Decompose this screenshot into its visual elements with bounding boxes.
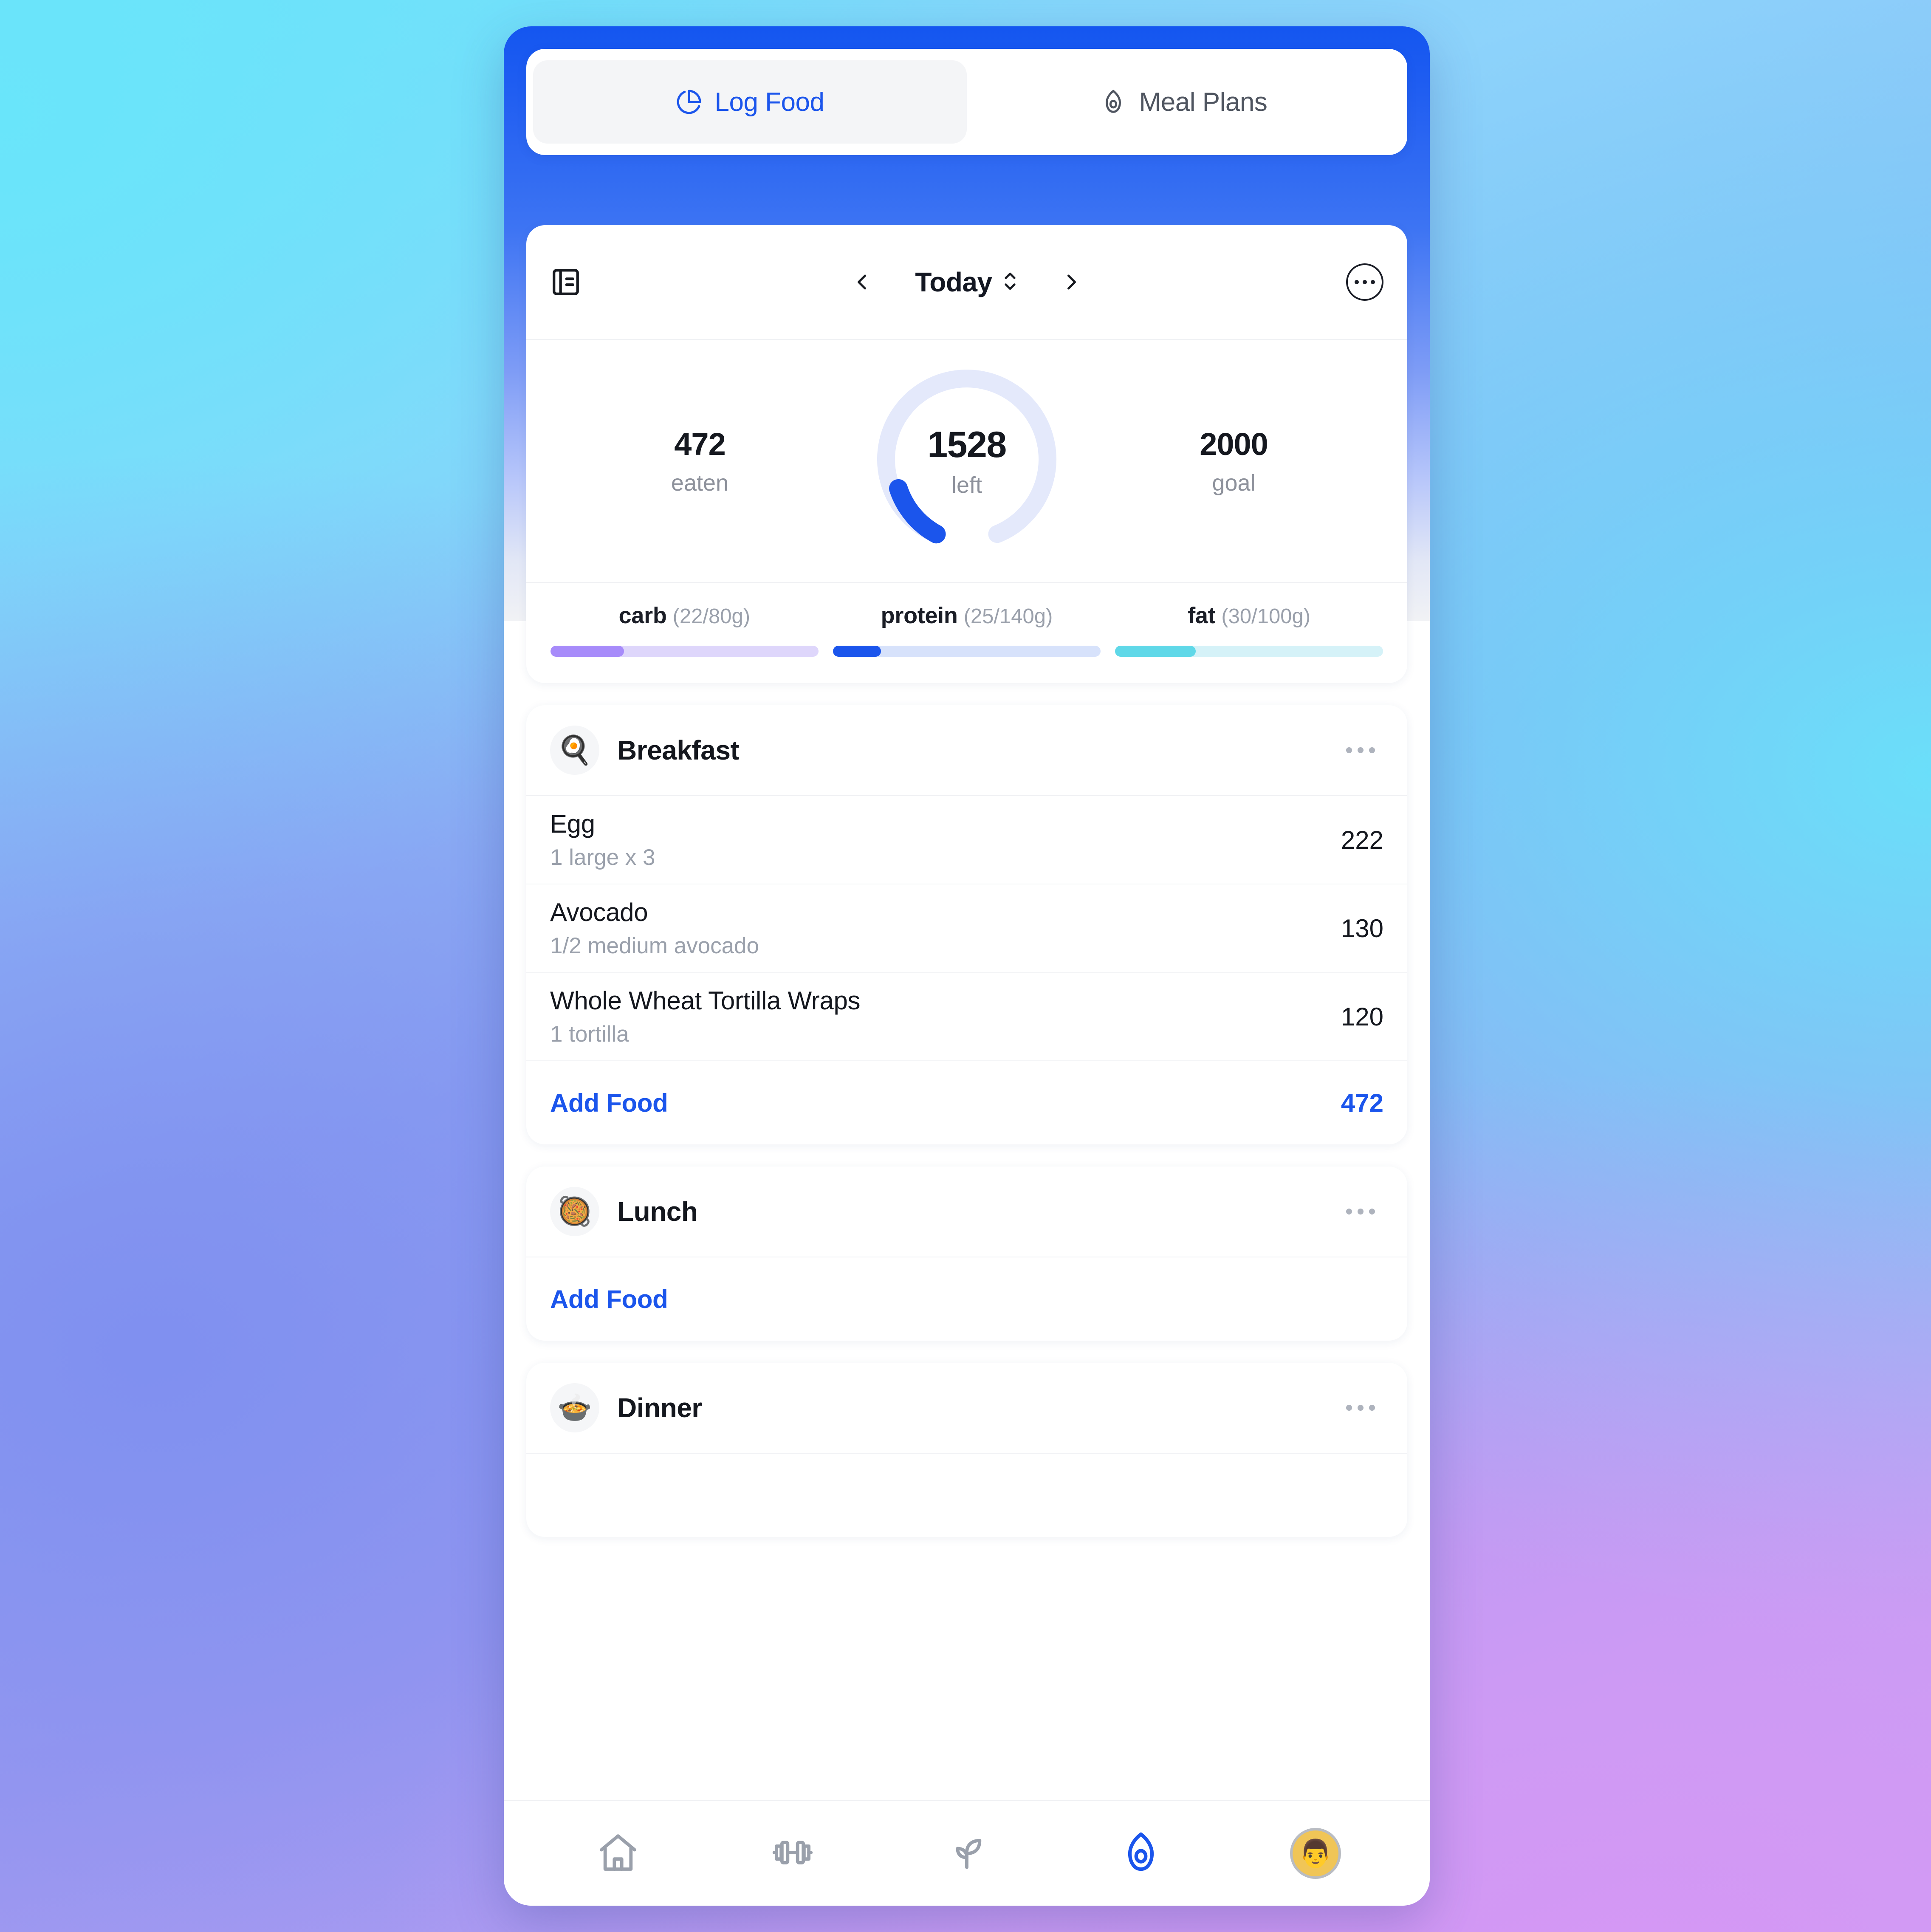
- avocado-icon: [1119, 1830, 1163, 1877]
- add-food-button-breakfast[interactable]: Add Food 472: [526, 1061, 1407, 1144]
- macro-carb-name: carb: [618, 603, 667, 628]
- tab-log-food-label: Log Food: [714, 87, 825, 117]
- food-calories: 130: [1341, 914, 1383, 943]
- goal-stat: 2000 goal: [1060, 426, 1407, 496]
- food-row[interactable]: Avocado 1/2 medium avocado 130: [526, 884, 1407, 973]
- eaten-label: eaten: [671, 470, 729, 496]
- add-food-button-dinner[interactable]: [526, 1454, 1407, 1537]
- add-food-label: Add Food: [550, 1088, 668, 1117]
- meal-options-icon-lunch[interactable]: [1338, 1200, 1383, 1223]
- macro-protein-name: protein: [881, 603, 958, 628]
- nav-item-profile[interactable]: 👨: [1228, 1801, 1403, 1906]
- meal-title-lunch: Lunch: [617, 1196, 698, 1227]
- avocado-icon: [1100, 89, 1126, 115]
- main-scroll-area[interactable]: Today 472 eaten 1528 left 2000 goal carb…: [504, 155, 1430, 1800]
- sprout-icon: [945, 1830, 989, 1877]
- macro-protein-amount: (25/140g): [963, 605, 1053, 628]
- meal-card-dinner: 🍲 Dinner: [526, 1363, 1407, 1537]
- daily-summary-card: Today 472 eaten 1528 left 2000 goal carb…: [526, 225, 1407, 683]
- ring-center-text: 1528 left: [927, 424, 1007, 498]
- calorie-stats-row: 472 eaten 1528 left 2000 goal: [526, 340, 1407, 583]
- goal-label: goal: [1212, 470, 1256, 496]
- pie-chart-icon: [676, 89, 702, 115]
- macro-carb-fill: [551, 646, 624, 657]
- food-row[interactable]: Egg 1 large x 3 222: [526, 796, 1407, 884]
- avatar: 👨: [1290, 1828, 1341, 1879]
- current-date-label: Today: [915, 267, 992, 297]
- meal-card-lunch: 🥘 Lunch Add Food: [526, 1167, 1407, 1341]
- goal-value: 2000: [1200, 426, 1268, 462]
- macro-protein: protein (25/140g): [826, 602, 1108, 657]
- food-name: Avocado: [550, 898, 648, 926]
- nav-item-home[interactable]: [531, 1801, 705, 1906]
- eaten-stat: 472 eaten: [526, 426, 873, 496]
- date-center-group: Today: [526, 266, 1407, 298]
- nav-item-log-food[interactable]: [1054, 1801, 1228, 1906]
- macro-carb-track: [551, 646, 819, 657]
- fried-egg-icon: 🍳: [550, 726, 599, 775]
- food-serving: 1/2 medium avocado: [550, 933, 759, 958]
- food-name: Whole Wheat Tortilla Wraps: [550, 986, 861, 1015]
- top-tabbar: Log Food Meal Plans: [526, 49, 1407, 155]
- food-name: Egg: [550, 810, 595, 838]
- nav-item-workouts[interactable]: [705, 1801, 879, 1906]
- calories-left-value: 1528: [927, 424, 1007, 465]
- chevron-left-icon[interactable]: [849, 269, 875, 295]
- nav-item-nutrition[interactable]: [880, 1801, 1054, 1906]
- food-calories: 120: [1341, 1002, 1383, 1031]
- macro-fat-fill: [1115, 646, 1196, 657]
- bottom-navigation-bar: 👨: [504, 1800, 1430, 1906]
- paella-icon: 🥘: [550, 1187, 599, 1236]
- tab-meal-plans[interactable]: Meal Plans: [967, 60, 1400, 144]
- meal-total-calories-breakfast: 472: [1341, 1088, 1383, 1117]
- phone-frame: Log Food Meal Plans Today 472 eaten 1528…: [504, 26, 1430, 1906]
- macros-row: carb (22/80g) protein (25/140g) fat (30/…: [526, 583, 1407, 683]
- chevron-right-icon[interactable]: [1059, 269, 1084, 295]
- meal-options-icon-dinner[interactable]: [1338, 1396, 1383, 1419]
- macro-fat-amount: (30/100g): [1221, 605, 1311, 628]
- tab-log-food[interactable]: Log Food: [533, 60, 967, 144]
- calorie-ring-gauge: 1528 left: [873, 367, 1060, 554]
- meal-card-breakfast: 🍳 Breakfast Egg 1 large x 3 222 Avocado …: [526, 705, 1407, 1144]
- macro-carb-amount: (22/80g): [672, 605, 751, 628]
- dumbbell-icon: [771, 1830, 815, 1877]
- home-icon: [596, 1830, 640, 1877]
- macro-protein-fill: [833, 646, 881, 657]
- meal-title-dinner: Dinner: [617, 1393, 702, 1423]
- date-navigation-bar: Today: [526, 225, 1407, 340]
- date-picker-button[interactable]: Today: [915, 266, 1018, 298]
- pot-of-food-icon: 🍲: [550, 1383, 599, 1432]
- food-calories: 222: [1341, 825, 1383, 854]
- macro-carb: carb (22/80g): [543, 602, 826, 657]
- meal-header-dinner[interactable]: 🍲 Dinner: [526, 1363, 1407, 1454]
- meal-header-breakfast[interactable]: 🍳 Breakfast: [526, 705, 1407, 796]
- macro-fat-name: fat: [1188, 603, 1216, 628]
- food-row[interactable]: Whole Wheat Tortilla Wraps 1 tortilla 12…: [526, 973, 1407, 1061]
- tab-meal-plans-label: Meal Plans: [1139, 87, 1268, 117]
- macro-fat-track: [1115, 646, 1383, 657]
- macro-fat: fat (30/100g): [1108, 602, 1390, 657]
- chevron-up-down-icon: [1002, 269, 1019, 295]
- food-serving: 1 tortilla: [550, 1022, 629, 1047]
- meal-options-icon-breakfast[interactable]: [1338, 739, 1383, 762]
- macro-protein-track: [833, 646, 1101, 657]
- add-food-button-lunch[interactable]: Add Food: [526, 1257, 1407, 1341]
- food-serving: 1 large x 3: [550, 845, 655, 870]
- add-food-label: Add Food: [550, 1285, 668, 1313]
- top-tabbar-wrapper: Log Food Meal Plans: [504, 26, 1430, 155]
- meal-header-lunch[interactable]: 🥘 Lunch: [526, 1167, 1407, 1257]
- eaten-value: 472: [674, 426, 726, 462]
- calories-left-label: left: [951, 472, 982, 498]
- meal-title-breakfast: Breakfast: [617, 735, 740, 765]
